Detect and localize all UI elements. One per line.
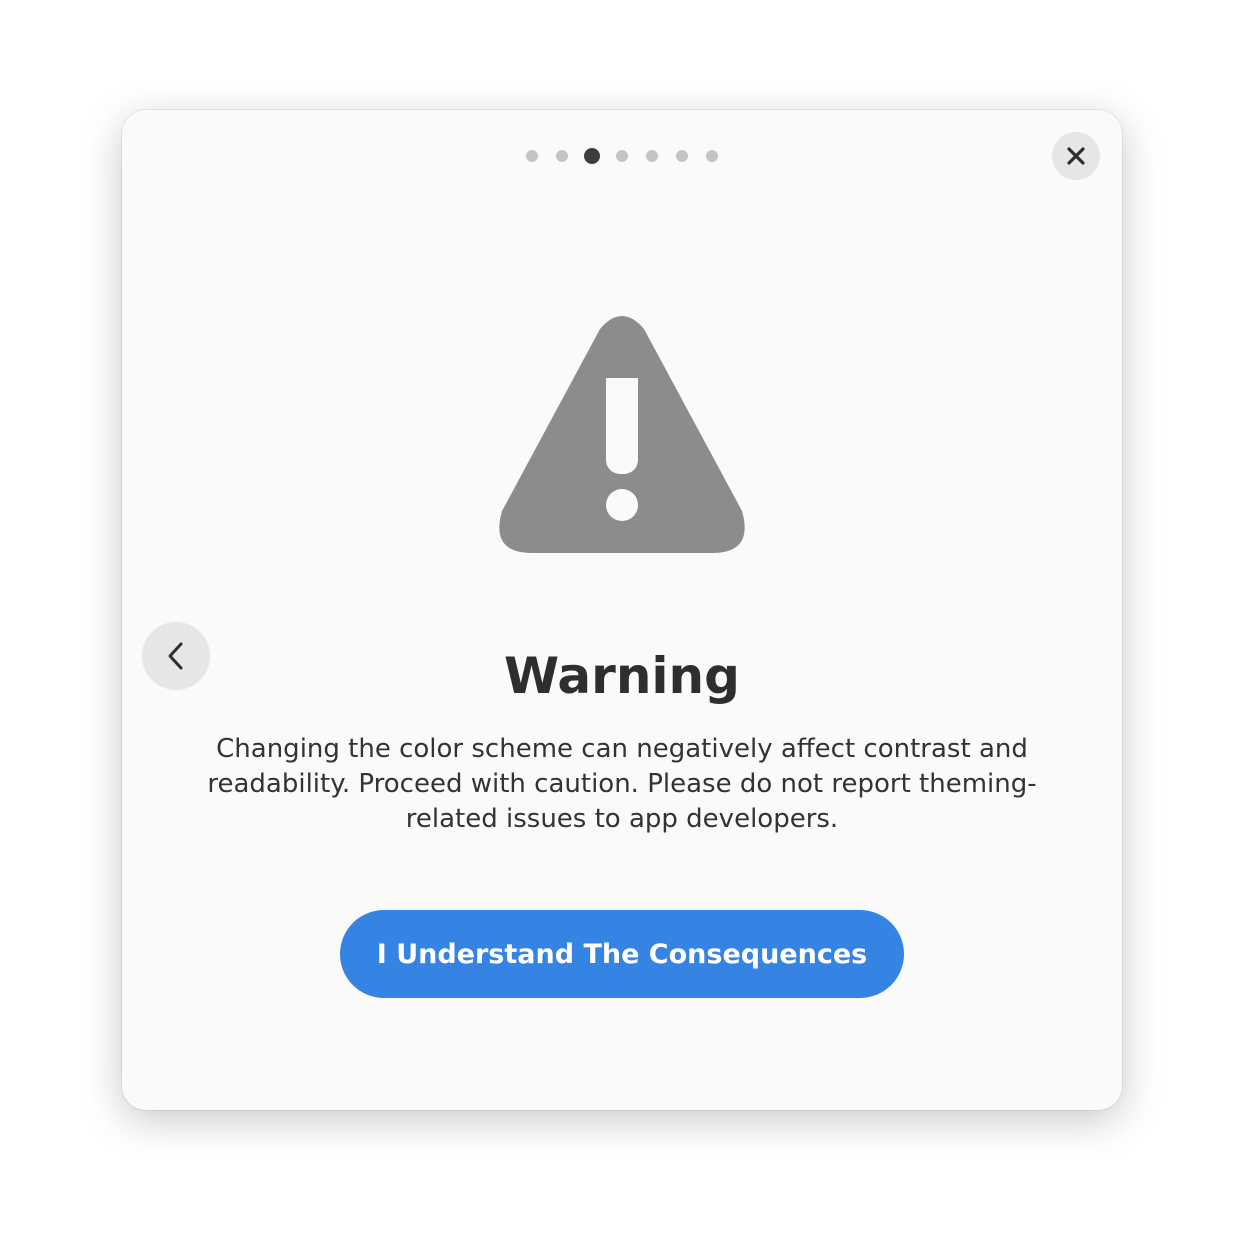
close-button[interactable]	[1052, 132, 1100, 180]
confirm-button[interactable]: I Understand The Consequences	[340, 910, 904, 998]
page-dot[interactable]	[584, 148, 600, 164]
page-dot[interactable]	[706, 150, 718, 162]
onboarding-dialog: Warning Changing the color scheme can ne…	[122, 110, 1122, 1110]
page-dot[interactable]	[556, 150, 568, 162]
close-icon	[1067, 147, 1085, 165]
page-indicator	[122, 147, 1122, 165]
page-dot[interactable]	[616, 150, 628, 162]
warning-triangle-icon	[499, 316, 745, 553]
page-dot[interactable]	[676, 150, 688, 162]
page-dot[interactable]	[646, 150, 658, 162]
page-dot[interactable]	[526, 150, 538, 162]
dialog-description: Changing the color scheme can negatively…	[207, 734, 1037, 834]
dialog-title: Warning	[504, 647, 740, 705]
